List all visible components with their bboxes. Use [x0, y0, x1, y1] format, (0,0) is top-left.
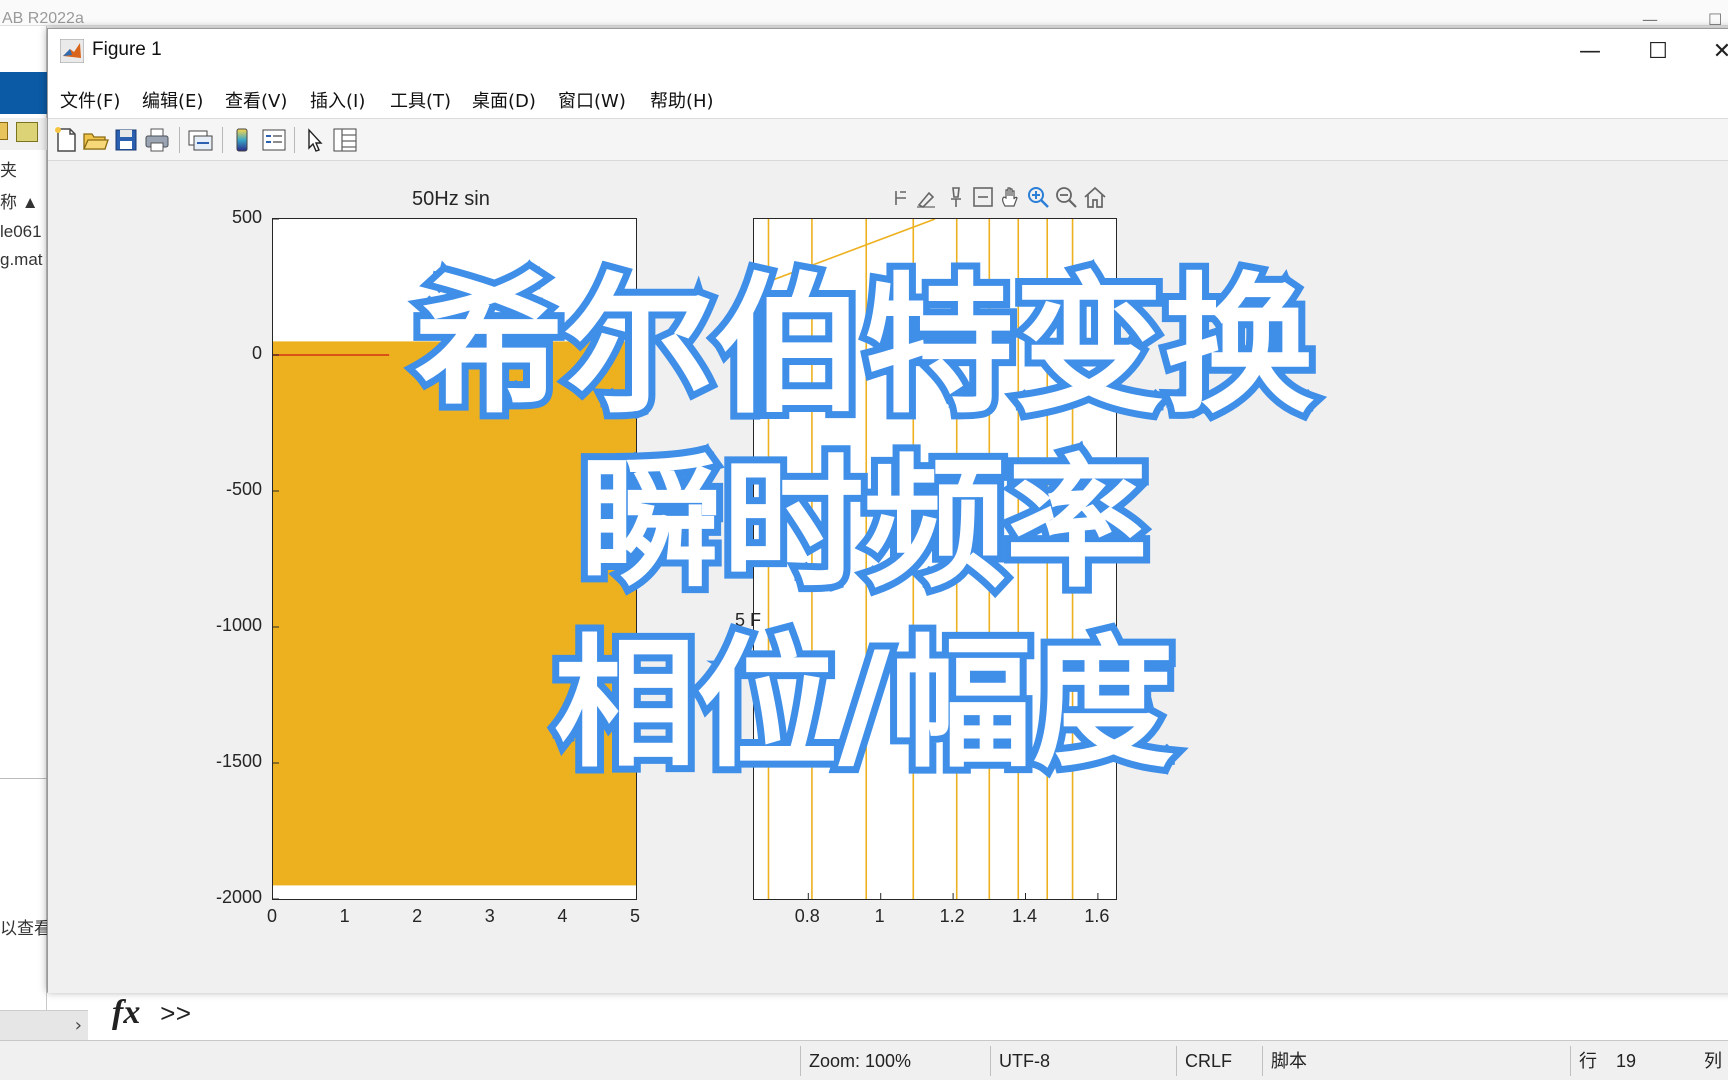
- new-figure-icon[interactable]: [52, 126, 80, 154]
- name-column-header[interactable]: 称 ▲: [0, 188, 39, 213]
- menu-edit[interactable]: 编辑(E): [142, 87, 203, 113]
- toolbar-separator: [179, 127, 180, 153]
- overlay-title-line3: 相位/幅度: [547, 619, 1181, 791]
- restore-view-icon[interactable]: [971, 185, 995, 209]
- property-inspector-icon[interactable]: [331, 126, 359, 154]
- folder-panel-header: [0, 72, 47, 114]
- x-tick-label: 1.4: [1011, 906, 1038, 926]
- toolbar-separator: [222, 127, 223, 153]
- colorbar-icon[interactable]: [228, 126, 256, 154]
- y-tick-label: -2000: [215, 887, 262, 907]
- pointer-icon[interactable]: [300, 126, 328, 154]
- open-icon[interactable]: [81, 126, 109, 154]
- command-prompt[interactable]: >>: [160, 1000, 191, 1030]
- print-icon[interactable]: [143, 126, 171, 154]
- y-tick-label: 500: [231, 207, 262, 227]
- figure-menubar: 文件(F) 编辑(E) 查看(V) 插入(I) 工具(T) 桌面(D) 窗口(W…: [48, 75, 1728, 119]
- fx-icon[interactable]: fx: [112, 994, 140, 1032]
- figure-titlebar: Figure 1 — ☐ ✕: [48, 29, 1728, 75]
- menu-tools[interactable]: 工具(T): [390, 87, 451, 113]
- pin-icon[interactable]: [944, 185, 968, 209]
- toolbar-separator: [294, 127, 295, 153]
- x-tick-label: 4: [557, 906, 568, 926]
- maximize-icon[interactable]: ☐: [1638, 35, 1678, 69]
- x-tick-label: 0.8: [794, 906, 820, 926]
- save-icon[interactable]: [112, 126, 140, 154]
- axes-title: 50Hz sin: [412, 188, 490, 210]
- status-row: 19: [1616, 1051, 1637, 1071]
- horizontal-scrollbar[interactable]: ›: [0, 1010, 88, 1040]
- main-maximize-icon[interactable]: ☐: [1708, 10, 1722, 29]
- status-file-type: 脚本: [1262, 1046, 1570, 1076]
- menu-insert[interactable]: 插入(I): [310, 87, 365, 113]
- x-tick-label: 3: [484, 906, 495, 926]
- x-tick-label: 0: [266, 906, 278, 926]
- folder-panel-toolbar: [0, 118, 47, 150]
- figure-toolbar: [48, 119, 1728, 161]
- status-col-label: 列: [1704, 1051, 1722, 1071]
- x-tick-label: 1: [339, 906, 350, 926]
- menu-file[interactable]: 文件(F): [60, 87, 120, 113]
- home-icon[interactable]: [1082, 185, 1108, 209]
- overlay-title-line2: 瞬时频率: [573, 439, 1155, 611]
- figure-title: Figure 1: [92, 39, 162, 60]
- link-icon[interactable]: [186, 126, 214, 154]
- scroll-right-icon[interactable]: ›: [75, 1015, 82, 1036]
- main-minimize-icon[interactable]: —: [1642, 10, 1658, 29]
- brush-icon[interactable]: [914, 185, 938, 209]
- matlab-logo-icon: [60, 39, 84, 63]
- menu-desktop[interactable]: 桌面(D): [472, 87, 536, 113]
- overlay-title-line1: 希尔伯特变换: [407, 255, 1321, 439]
- pan-icon[interactable]: [998, 185, 1022, 209]
- menu-window[interactable]: 窗口(W): [558, 87, 626, 113]
- legend-icon[interactable]: [260, 126, 288, 154]
- folder-icon[interactable]: [0, 122, 8, 140]
- details-text: 以查看: [0, 919, 51, 938]
- x-tick-label: 2: [412, 906, 423, 926]
- status-eol: CRLF: [1176, 1046, 1260, 1076]
- status-zoom: Zoom: 100%: [800, 1046, 990, 1076]
- menu-view[interactable]: 查看(V): [225, 87, 287, 113]
- minimize-icon[interactable]: —: [1570, 35, 1610, 69]
- x-tick-label: 5: [629, 906, 641, 926]
- status-encoding: UTF-8: [990, 1046, 1176, 1076]
- x-tick-label: 1.6: [1084, 906, 1110, 926]
- zoom-out-icon[interactable]: [1054, 185, 1078, 209]
- screen: AB R2022a — ☐ 夹 称 ▲ le061 g.mat 以查看 fx >…: [0, 0, 1728, 1080]
- axes-toolbar: [892, 183, 1122, 213]
- folder-label: 夹: [0, 161, 17, 180]
- x-tick-label: 1: [874, 906, 885, 926]
- command-window[interactable]: [47, 992, 1728, 1040]
- menu-help[interactable]: 帮助(H): [650, 87, 714, 113]
- folder-up-icon[interactable]: [16, 122, 38, 142]
- x-tick-label: 1.2: [939, 906, 965, 926]
- zoom-in-icon[interactable]: [1026, 185, 1050, 209]
- close-icon[interactable]: ✕: [1702, 35, 1728, 69]
- file-item[interactable]: le061: [0, 222, 42, 242]
- data-tips-icon[interactable]: [892, 185, 916, 209]
- main-window-titlebar: AB R2022a — ☐: [0, 0, 1728, 29]
